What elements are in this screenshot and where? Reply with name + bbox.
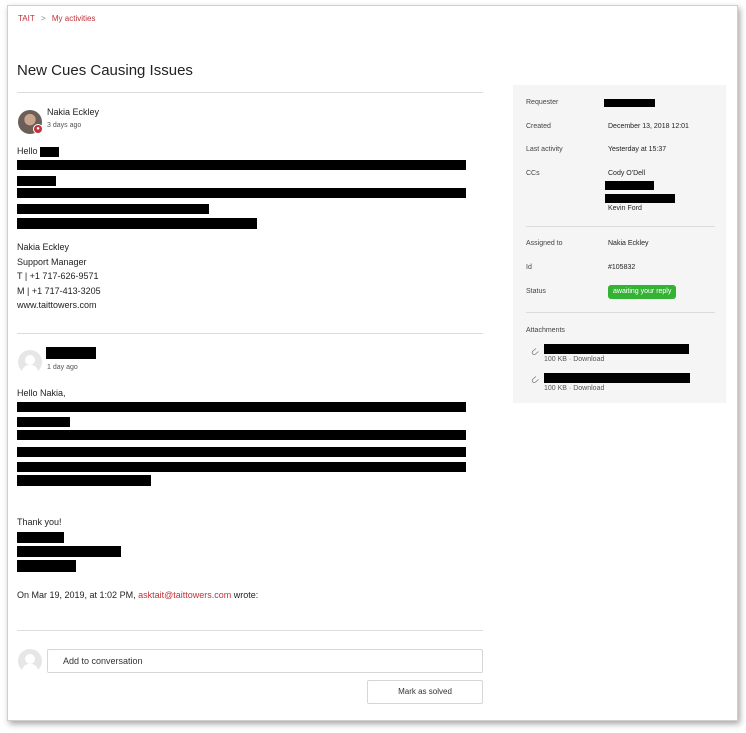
agent-badge-icon: ●: [33, 124, 43, 134]
status-label: Status: [526, 288, 546, 295]
divider: [526, 312, 715, 313]
breadcrumb-current-link[interactable]: My activities: [52, 14, 96, 23]
comment-author[interactable]: Nakia Eckley: [47, 107, 99, 117]
avatar: [18, 350, 42, 374]
redaction: [17, 430, 466, 440]
attachments-label: Attachments: [526, 327, 565, 334]
breadcrumb-root-link[interactable]: TAIT: [18, 14, 35, 23]
divider: [17, 630, 483, 631]
assigned-label: Assigned to: [526, 240, 563, 247]
status-badge: awaiting your reply: [608, 285, 677, 299]
comment-time: 1 day ago: [47, 364, 78, 371]
redaction: [17, 160, 466, 170]
breadcrumb-separator: >: [40, 14, 46, 23]
redaction: [17, 176, 56, 186]
comment-greeting: Hello: [17, 146, 38, 156]
attachment-download-link[interactable]: Download: [573, 356, 604, 363]
avatar: [18, 649, 42, 673]
comment-thanks: Thank you!: [17, 517, 62, 527]
requester-label: Requester: [526, 99, 559, 106]
breadcrumb: TAIT > My activities: [18, 14, 99, 23]
paperclip-icon: ⊂: [528, 373, 542, 388]
last-activity-value: Yesterday at 15:37: [608, 146, 667, 153]
attachment-size: 100 KB: [544, 385, 567, 392]
paperclip-icon: ⊂: [528, 345, 542, 360]
comment-greeting: Hello Nakia,: [17, 388, 66, 398]
signature-phone-m: M | +1 717-413-3205: [17, 286, 101, 296]
id-value: #105832: [608, 264, 636, 271]
divider: [526, 226, 715, 227]
last-activity-label: Last activity: [526, 146, 563, 153]
reply-input[interactable]: Add to conversation: [47, 649, 483, 673]
redaction: [17, 560, 76, 572]
quote-suffix: wrote:: [233, 590, 259, 600]
quote-header: On Mar 19, 2019, at 1:02 PM, asktait@tai…: [17, 590, 258, 600]
redaction: [17, 546, 121, 557]
redaction: [17, 462, 466, 472]
attachment-name-redacted[interactable]: [544, 344, 689, 354]
redaction: [17, 417, 70, 427]
redaction: [40, 147, 59, 157]
redaction: [17, 447, 466, 457]
comment-author-redacted: [46, 347, 96, 359]
attachment-meta: 100 KB · Download: [544, 356, 604, 363]
signature-phone-t: T | +1 717-626-9571: [17, 271, 99, 281]
quote-prefix: On Mar 19, 2019, at 1:02 PM,: [17, 590, 136, 600]
redaction: [605, 194, 675, 203]
requester-value-redacted: [604, 99, 655, 107]
attachment-sep: ·: [568, 385, 572, 392]
redaction: [17, 204, 209, 214]
redaction: [605, 181, 654, 190]
page-title: New Cues Causing Issues: [17, 62, 193, 79]
attachment-name-redacted[interactable]: [544, 373, 690, 383]
redaction: [17, 475, 151, 486]
cc-item: Kevin Ford: [608, 205, 642, 212]
attachment-download-link[interactable]: Download: [573, 385, 604, 392]
attachment-meta: 100 KB · Download: [544, 385, 604, 392]
assigned-value: Nakia Eckley: [608, 240, 649, 247]
request-page: TAIT > My activities New Cues Causing Is…: [7, 5, 738, 721]
redaction: [17, 218, 257, 229]
redaction: [17, 402, 466, 412]
signature-role: Support Manager: [17, 257, 87, 267]
created-value: December 13, 2018 12:01: [608, 123, 689, 130]
comment-time: 3 days ago: [47, 122, 82, 129]
attachment-sep: ·: [568, 356, 572, 363]
ccs-label: CCs: [526, 170, 540, 177]
quote-email-link[interactable]: asktait@taittowers.com: [138, 590, 231, 600]
cc-item: Cody O'Dell: [608, 170, 646, 177]
attachment-size: 100 KB: [544, 356, 567, 363]
divider: [17, 333, 483, 334]
redaction: [17, 188, 466, 198]
mark-as-solved-button[interactable]: Mark as solved: [367, 680, 483, 704]
signature-name: Nakia Eckley: [17, 242, 70, 252]
redaction: [17, 532, 64, 543]
id-label: Id: [526, 264, 532, 271]
divider: [17, 92, 483, 93]
request-details-sidebar: Requester Created December 13, 2018 12:0…: [513, 85, 726, 403]
created-label: Created: [526, 123, 551, 130]
signature-website-link[interactable]: www.taittowers.com: [17, 300, 97, 310]
